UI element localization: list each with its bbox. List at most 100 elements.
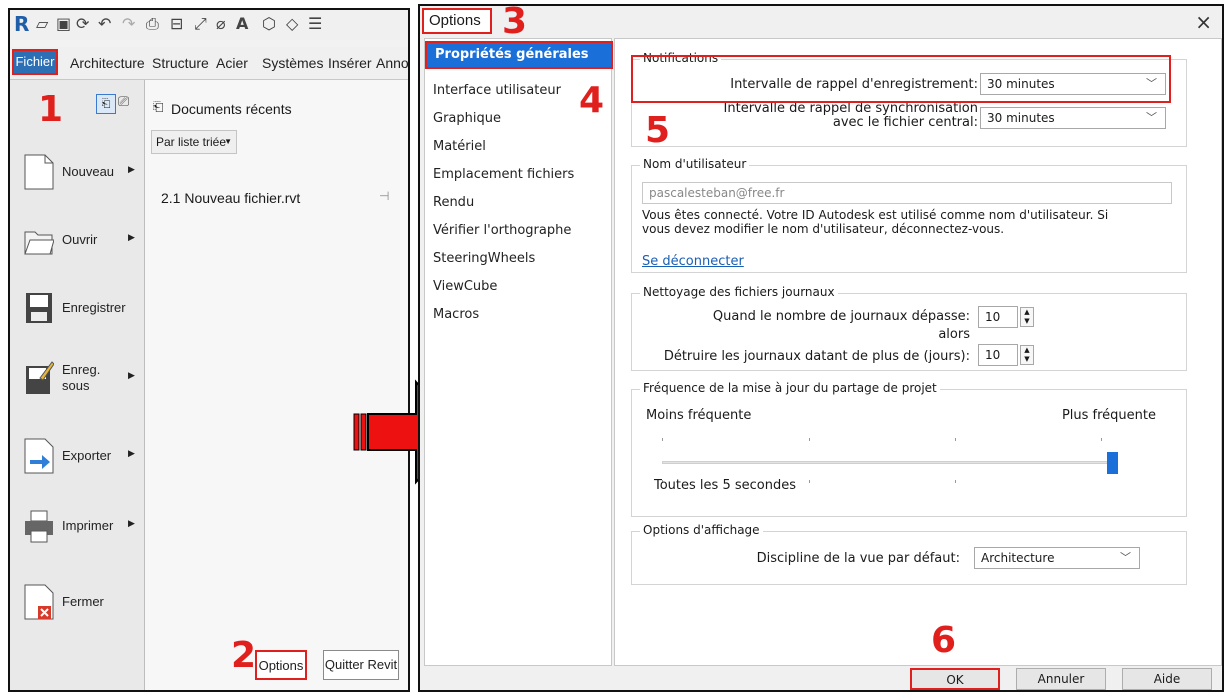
dimension-icon[interactable]: ⤢ — [194, 14, 207, 34]
chevron-down-icon: ▼ — [224, 137, 232, 146]
tab-acier[interactable]: Acier — [216, 55, 248, 71]
worksharing-status: Toutes les 5 secondes — [654, 478, 796, 493]
help-button[interactable]: Aide — [1122, 668, 1212, 690]
document-icon: ⎗ — [153, 100, 164, 115]
username-info-2: vous devez modifier le nom d'utilisateur… — [642, 222, 1005, 236]
export-icon — [24, 438, 54, 474]
tag-icon[interactable]: ⌀ — [216, 14, 226, 33]
recent-file-item[interactable]: 2.1 Nouveau fichier.rvt — [161, 190, 300, 206]
discipline-value: Architecture — [981, 551, 1055, 565]
section-icon[interactable]: ◇ — [286, 14, 298, 33]
open-icon[interactable]: ▱ — [36, 14, 48, 33]
menu-enregistrer[interactable]: Enregistrer — [20, 286, 140, 334]
tab-fichier[interactable]: Fichier — [12, 49, 58, 75]
display-options-group: Options d'affichage Discipline de la vue… — [631, 523, 1187, 585]
menu-ouvrir[interactable]: Ouvrir ▶ — [20, 218, 140, 266]
menu-enregistrer-sous[interactable]: Enreg. sous ▶ — [20, 356, 140, 404]
revit-application-menu: R ▱ ▣ ⟳ ↶ ↷ ⎙ ⊟ ⤢ ⌀ A ⬡ ◇ ☰ Fichier Arch… — [8, 8, 410, 692]
menu-nouveau-label: Nouveau — [62, 164, 115, 179]
worksharing-slider[interactable] — [662, 452, 1118, 474]
annotation-2: 2 — [231, 635, 257, 676]
3d-view-icon[interactable]: ⬡ — [262, 14, 276, 33]
nav-interface-utilisateur[interactable]: Interface utilisateur — [433, 83, 561, 98]
options-content: Notifications Intervalle de rappel d'enr… — [614, 38, 1222, 666]
menu-fermer[interactable]: Fermer — [20, 580, 140, 628]
tab-structure[interactable]: Structure — [152, 55, 209, 71]
slider-thumb[interactable] — [1107, 452, 1118, 474]
options-dialog: Options 3 × Propriétés générales Interfa… — [418, 4, 1224, 692]
text-icon[interactable]: A — [236, 14, 248, 33]
submenu-arrow-icon: ▶ — [128, 370, 135, 380]
sync-reminder-dropdown[interactable]: 30 minutes ﹀ — [980, 107, 1166, 129]
print-icon[interactable]: ⎙ — [146, 14, 159, 34]
menu-exporter-label: Exporter — [62, 448, 112, 463]
redo-icon[interactable]: ↷ — [122, 14, 135, 33]
menu-imprimer[interactable]: Imprimer ▶ — [20, 504, 140, 552]
tab-architecture[interactable]: Architecture — [70, 55, 145, 71]
stepper-arrows-icon[interactable]: ▲ ▼ — [1020, 345, 1034, 365]
nav-viewcube[interactable]: ViewCube — [433, 279, 497, 294]
dialog-title: Options — [422, 8, 492, 34]
options-button[interactable]: Options — [255, 650, 307, 680]
discipline-label: Discipline de la vue par défaut: — [756, 551, 960, 566]
journal-days-stepper[interactable]: 10 ▲ ▼ — [978, 344, 1038, 366]
slider-ticks-top — [662, 438, 1102, 441]
measure-icon[interactable]: ⊟ — [170, 14, 183, 33]
journal-count-value: 10 — [978, 306, 1018, 328]
open-documents-icon[interactable]: ⎚ — [118, 94, 129, 110]
username-field[interactable]: pascalesteban@free.fr — [642, 182, 1172, 204]
journal-days-label: Détruire les journaux datant de plus de … — [663, 349, 970, 364]
ribbon-tabs: Fichier Architecture Structure Acier Sys… — [10, 47, 408, 80]
nav-emplacement-fichiers[interactable]: Emplacement fichiers — [433, 167, 574, 182]
menu-enregistrer-label: Enregistrer — [62, 300, 126, 315]
chevron-down-icon: ﹀ — [1120, 551, 1131, 564]
save-icon[interactable]: ▣ — [56, 14, 71, 33]
save-as-icon — [26, 361, 54, 394]
journal-count-stepper[interactable]: 10 ▲ ▼ — [978, 306, 1038, 328]
nav-materiel[interactable]: Matériel — [433, 139, 486, 154]
tab-inserer[interactable]: Insérer — [328, 55, 372, 71]
nav-steeringwheels[interactable]: SteeringWheels — [433, 251, 535, 266]
annotation-1: 1 — [38, 89, 64, 130]
menu-exporter[interactable]: Exporter ▶ — [20, 434, 140, 482]
tab-annoter[interactable]: Annot — [376, 55, 408, 71]
menu-ouvrir-label: Ouvrir — [62, 232, 98, 247]
close-icon[interactable]: × — [1195, 10, 1212, 34]
slider-track — [662, 461, 1118, 464]
cancel-button[interactable]: Annuler — [1016, 668, 1106, 690]
stepper-arrows-icon[interactable]: ▲ ▼ — [1020, 307, 1034, 327]
worksharing-less-label: Moins fréquente — [646, 408, 752, 423]
thin-lines-icon[interactable]: ☰ — [308, 14, 322, 33]
nav-macros[interactable]: Macros — [433, 307, 479, 322]
nav-rendu[interactable]: Rendu — [433, 195, 474, 210]
quit-revit-button[interactable]: Quitter Revit — [323, 650, 399, 680]
nav-proprietes-generales[interactable]: Propriétés générales — [425, 41, 613, 69]
save-disk-icon — [26, 293, 52, 323]
worksharing-group: Fréquence de la mise à jour du partage d… — [631, 381, 1187, 517]
sort-dropdown-value: Par liste triée — [156, 135, 227, 149]
sync-reminder-value: 30 minutes — [987, 111, 1055, 125]
sort-dropdown[interactable]: Par liste triée ▼ — [151, 130, 237, 154]
pin-icon[interactable]: ⊣ — [379, 189, 389, 203]
menu-enreg-label-2: sous — [62, 378, 90, 393]
ok-button[interactable]: OK — [910, 668, 1000, 690]
nav-graphique[interactable]: Graphique — [433, 111, 501, 126]
discipline-dropdown[interactable]: Architecture ﹀ — [974, 547, 1140, 569]
undo-icon[interactable]: ↶ — [98, 14, 111, 33]
journal-count-label: Quand le nombre de journaux dépasse: — [712, 309, 970, 324]
tab-systemes[interactable]: Systèmes — [262, 55, 323, 71]
menu-nouveau[interactable]: Nouveau ▶ — [20, 150, 140, 198]
logout-link[interactable]: Se déconnecter — [642, 254, 744, 269]
close-document-icon — [24, 584, 54, 620]
menu-fermer-label: Fermer — [62, 594, 104, 609]
recent-documents-icon[interactable]: ⎗ — [96, 94, 116, 114]
revit-logo-icon[interactable]: R — [14, 12, 29, 36]
annotation-5: 5 — [645, 110, 671, 151]
folder-open-icon — [24, 231, 54, 255]
journal-alors-label: alors — [938, 327, 970, 342]
menu-imprimer-label: Imprimer — [62, 518, 114, 533]
recent-documents-title: Documents récents — [171, 101, 292, 117]
highlight-save-reminder — [631, 55, 1171, 103]
nav-verifier-orthographe[interactable]: Vérifier l'orthographe — [433, 223, 571, 238]
sync-icon[interactable]: ⟳ — [76, 14, 89, 33]
